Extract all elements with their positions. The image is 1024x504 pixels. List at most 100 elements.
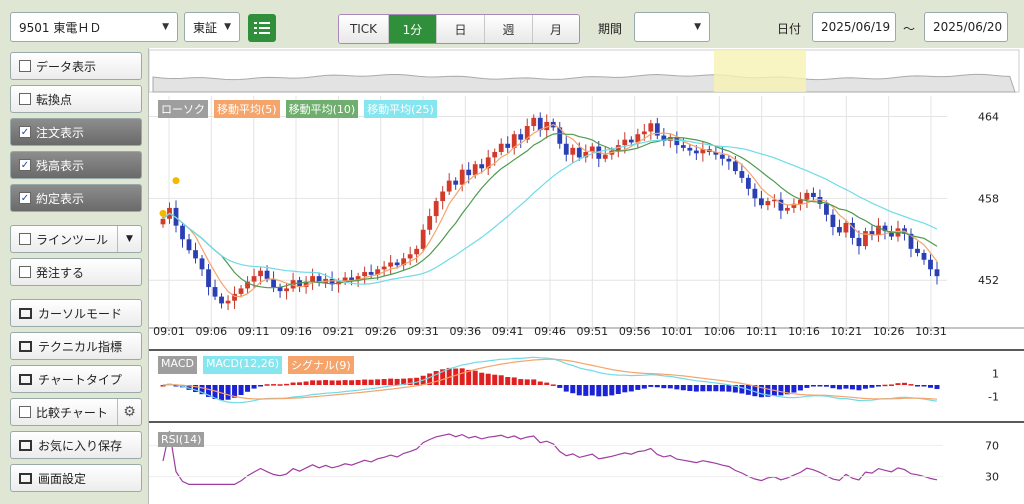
tab-tick[interactable]: TICK [339,15,389,43]
sidebar-item-cursor-mode[interactable]: カーソルモード [10,299,142,327]
date-separator: ～ [903,22,916,36]
list-icon [254,22,270,34]
macd-histogram-bar [362,379,368,385]
candle-body [238,288,244,294]
candle-body [394,262,400,266]
macd-histogram-bar [336,380,342,385]
sidebar-item-label: 注文表示 [36,125,85,140]
list-button[interactable] [248,14,276,42]
window-icon [19,340,32,352]
candle-body [466,169,472,176]
candle-body [362,272,368,277]
date-to-input[interactable]: 2025/06/20 [924,12,1008,42]
candle-body [843,222,849,233]
sidebar-item-line-tool[interactable]: ラインツール ▼ [10,225,142,253]
sidebar-item-balance-display[interactable]: ✓ 残高表示 [10,151,142,179]
macd-histogram-bar [934,385,940,390]
legend-ma10: 移動平均(10) [285,100,359,118]
macd-legend: MACD MACD(12,26) シグナル(9) [158,356,354,374]
macd-histogram-bar [700,385,706,392]
candle-body [420,229,426,249]
macd-histogram-bar [635,385,641,390]
macd-histogram-bar [661,385,667,389]
window-icon [19,472,32,484]
sidebar-item-data-display[interactable]: データ表示 [10,52,142,80]
checkbox[interactable] [19,233,31,245]
candle-body [498,143,504,152]
date-from-input[interactable]: 2025/06/19 [812,12,896,42]
macd-histogram-bar [791,385,797,393]
macd-histogram-bar [290,382,296,385]
candle-body [563,143,569,155]
candle-body [830,214,836,228]
gear-icon[interactable]: ⚙ [117,399,141,425]
sidebar-item-compare-chart[interactable]: 比較チャート ⚙ [10,398,142,426]
checkbox-checked[interactable]: ✓ [19,192,31,204]
x-tick-label: 09:56 [619,325,651,338]
sidebar-item-technical-indicators[interactable]: テクニカル指標 [10,332,142,360]
candle-body [576,147,582,158]
macd-histogram-bar [251,385,257,389]
candle-body [388,262,394,267]
candle-body [459,169,465,185]
candle-body [427,216,433,230]
x-tick-label: 09:11 [238,325,270,338]
x-tick-label: 09:51 [576,325,608,338]
symbol-select[interactable]: 9501 東電ＨＤ ▼ [10,12,178,42]
macd-histogram-bar [479,372,485,385]
rsi-tick-label: 30 [985,471,999,484]
sidebar-item-label: 残高表示 [36,158,85,173]
checkbox[interactable] [19,60,31,72]
macd-histogram-bar [323,380,329,385]
macd-histogram-bar [375,379,381,385]
x-tick-label: 09:16 [280,325,312,338]
sidebar-item-execution-display[interactable]: ✓ 約定表示 [10,184,142,212]
macd-histogram-bar [778,385,784,396]
checkbox[interactable] [19,406,31,418]
macd-histogram-bar [921,385,927,387]
sidebar-item-save-favorite[interactable]: お気に入り保存 [10,431,142,459]
sidebar-item-chart-type[interactable]: チャートタイプ [10,365,142,393]
macd-histogram-bar [797,385,803,391]
macd-histogram-bar [303,381,309,385]
candle-body [648,123,654,132]
candle-body [271,278,276,288]
chart-area[interactable]: 09:01 09:06 09:11 09:16 09:21 09:26 09:31 09:36… [148,48,1024,504]
macd-histogram-bar [726,385,732,392]
macd-histogram-bar [485,373,491,385]
x-tick-label: 10:01 [661,325,693,338]
period-label: 期間 [598,22,623,36]
tab-week[interactable]: 週 [485,15,533,43]
sidebar-item-order-display[interactable]: ✓ 注文表示 [10,118,142,146]
checkbox-checked[interactable]: ✓ [19,126,31,138]
legend-macd: MACD [158,356,197,374]
checkbox[interactable] [19,266,31,278]
checkbox[interactable] [19,93,31,105]
market-select[interactable]: 東証 ▼ [184,12,240,42]
x-tick-label: 09:01 [153,325,185,338]
sidebar-item-screen-settings[interactable]: 画面設定 [10,464,142,492]
chevron-down-icon[interactable]: ▼ [117,226,141,252]
rsi-legend: RSI(14) [158,432,205,447]
candle-body [837,227,842,233]
macd-histogram-bar [687,385,693,391]
tab-month[interactable]: 月 [533,15,579,43]
tab-1min[interactable]: 1分 [389,15,437,43]
period-select[interactable]: ▼ [634,12,710,42]
main-legend: ローソク 移動平均(5) 移動平均(10) 移動平均(25) [158,100,437,118]
macd-histogram-bar [882,384,888,387]
sidebar-item-label: 発注する [36,265,85,280]
x-tick-label: 09:31 [407,325,439,338]
tab-day[interactable]: 日 [437,15,485,43]
sidebar-item-place-order[interactable]: 発注する [10,258,142,286]
candle-body [219,296,224,304]
candle-body [732,161,738,172]
sidebar-item-turning-point[interactable]: 転換点 [10,85,142,113]
checkbox-checked[interactable]: ✓ [19,159,31,171]
macd-histogram-bar [284,383,290,386]
macd-histogram-bar [615,385,621,394]
execution-marker [159,209,167,217]
macd-histogram-bar [901,382,907,385]
sidebar-item-label: データ表示 [36,59,97,74]
candle-body [934,269,940,277]
